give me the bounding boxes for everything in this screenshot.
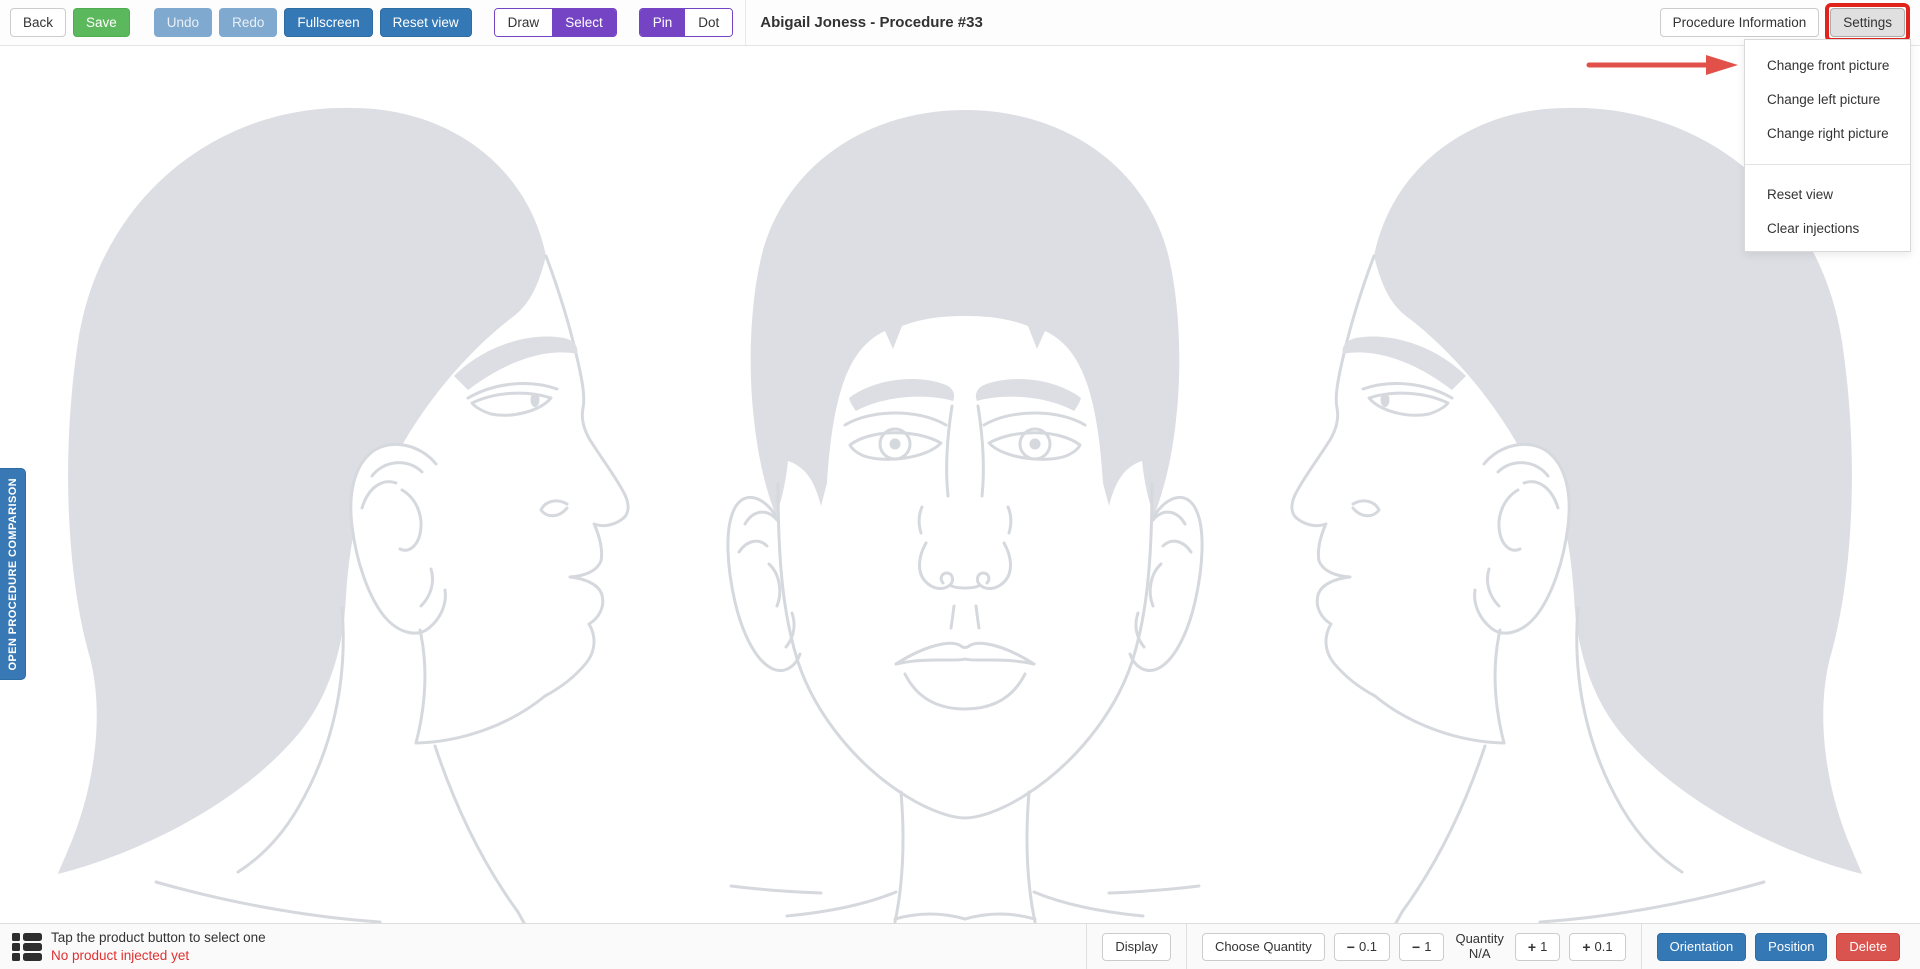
menu-item-clear-injections[interactable]: Clear injections — [1745, 211, 1910, 245]
menu-divider — [1745, 164, 1910, 165]
quantity-value: N/A — [1455, 947, 1503, 962]
orientation-button[interactable]: Orientation — [1657, 933, 1747, 961]
menu-item-change-front-picture[interactable]: Change front picture — [1745, 48, 1910, 82]
back-button[interactable]: Back — [10, 8, 66, 37]
draw-mode-button[interactable]: Draw — [495, 9, 553, 36]
draw-select-toggle: Draw Select — [494, 8, 617, 37]
divider — [1086, 924, 1087, 969]
minus-icon: − — [1412, 940, 1420, 954]
position-button[interactable]: Position — [1755, 933, 1827, 961]
display-button[interactable]: Display — [1102, 933, 1171, 961]
menu-item-change-right-picture[interactable]: Change right picture — [1745, 116, 1910, 150]
reset-view-button[interactable]: Reset view — [380, 8, 472, 37]
settings-highlight-annotation: Settings — [1825, 3, 1910, 42]
injection-canvas[interactable]: OPEN PROCEDURE COMPARISON — [0, 46, 1920, 923]
dot-mode-button[interactable]: Dot — [685, 9, 732, 36]
divider — [1641, 924, 1642, 969]
increase-quantity-0.1-button[interactable]: + 0.1 — [1569, 933, 1625, 961]
procedure-information-button[interactable]: Procedure Information — [1660, 8, 1820, 37]
decrease-quantity-0.1-button[interactable]: − 0.1 — [1334, 933, 1390, 961]
product-hint-text: Tap the product button to select one — [51, 929, 266, 947]
product-messages: Tap the product button to select one No … — [51, 929, 266, 964]
quantity-label: Quantity — [1455, 932, 1503, 947]
save-button[interactable]: Save — [73, 8, 130, 37]
plus-icon: + — [1528, 940, 1536, 954]
delete-button[interactable]: Delete — [1836, 933, 1900, 961]
undo-button[interactable]: Undo — [154, 8, 212, 37]
toolbar-divider — [745, 0, 746, 45]
quantity-readout: Quantity N/A — [1455, 932, 1503, 962]
product-list-icon[interactable] — [12, 933, 42, 961]
bottom-toolbar: Tap the product button to select one No … — [0, 923, 1920, 969]
bottom-controls: Display Choose Quantity − 0.1 − 1 Quanti… — [1080, 924, 1900, 969]
product-status-text: No product injected yet — [51, 947, 266, 965]
procedure-app: Back Save Undo Redo Fullscreen Reset vie… — [0, 0, 1920, 969]
toolbar-right-group: Procedure Information Settings — [1660, 3, 1910, 42]
open-procedure-comparison-tab[interactable]: OPEN PROCEDURE COMPARISON — [0, 468, 26, 680]
pin-dot-toggle: Pin Dot — [639, 8, 734, 37]
left-profile-face-illustration[interactable] — [8, 46, 658, 923]
open-procedure-comparison-label: OPEN PROCEDURE COMPARISON — [7, 478, 19, 671]
choose-quantity-button[interactable]: Choose Quantity — [1202, 933, 1325, 961]
top-toolbar: Back Save Undo Redo Fullscreen Reset vie… — [0, 0, 1920, 46]
decrease-quantity-1-button[interactable]: − 1 — [1399, 933, 1444, 961]
menu-item-reset-view[interactable]: Reset view — [1745, 177, 1910, 211]
fullscreen-button[interactable]: Fullscreen — [284, 8, 372, 37]
front-face-illustration[interactable] — [655, 46, 1275, 923]
increase-quantity-1-button[interactable]: + 1 — [1515, 933, 1560, 961]
redo-button[interactable]: Redo — [219, 8, 277, 37]
menu-item-change-left-picture[interactable]: Change left picture — [1745, 82, 1910, 116]
divider — [1186, 924, 1187, 969]
settings-button[interactable]: Settings — [1830, 8, 1905, 37]
minus-icon: − — [1347, 940, 1355, 954]
red-arrow-annotation — [1584, 53, 1740, 77]
settings-dropdown-menu: Change front picture Change left picture… — [1744, 39, 1911, 252]
page-title: Abigail Joness - Procedure #33 — [760, 14, 983, 31]
plus-icon: + — [1582, 940, 1590, 954]
select-mode-button[interactable]: Select — [552, 9, 616, 36]
pin-mode-button[interactable]: Pin — [640, 9, 686, 36]
